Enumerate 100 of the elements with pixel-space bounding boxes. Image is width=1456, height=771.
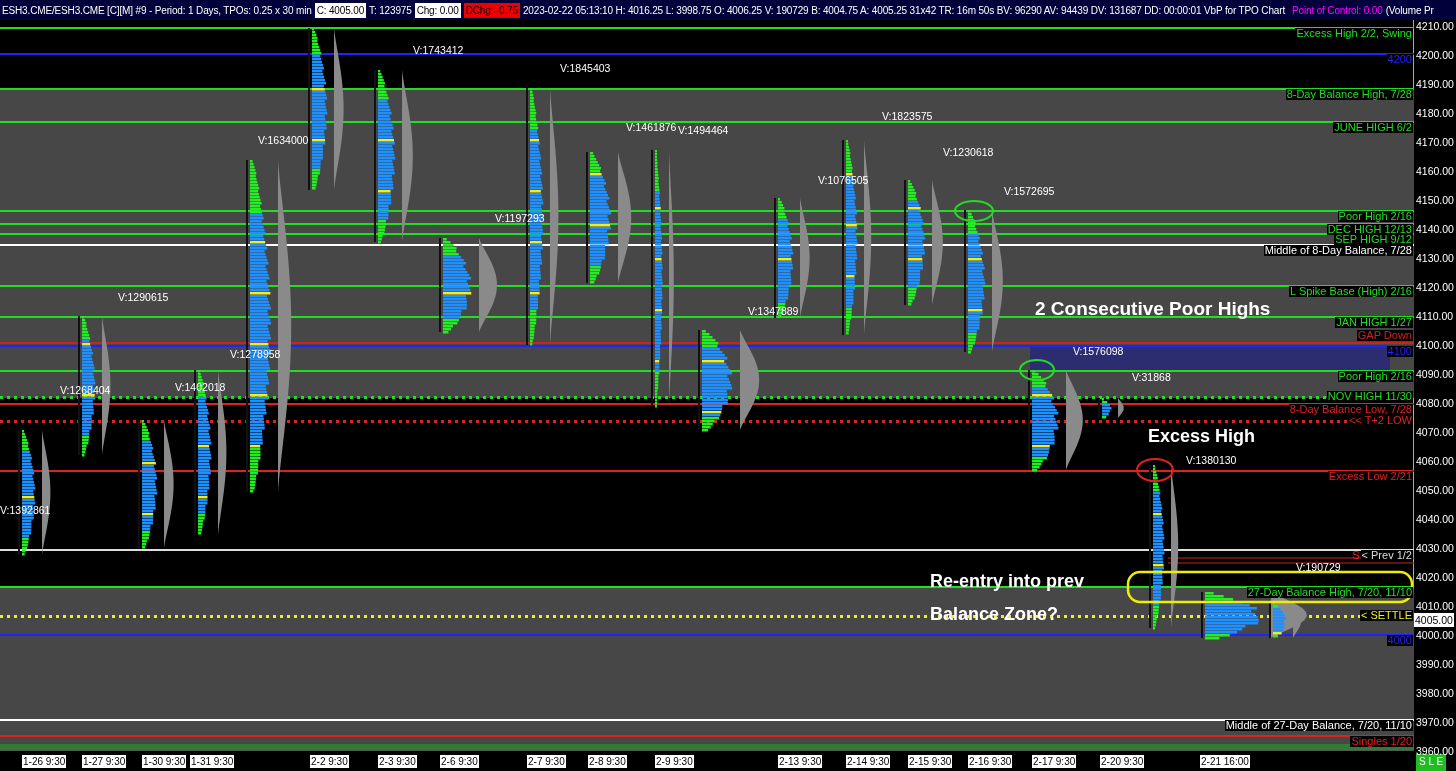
level-label: Excess High 2/2, Swing: [1295, 28, 1413, 39]
volume-label: V:1743412: [413, 44, 464, 56]
date-axis-label: 2-20 9:30: [1100, 755, 1145, 768]
header-stat: Point of Control: 0.00: [1292, 3, 1383, 18]
price-axis-label: 4000.00: [1416, 628, 1454, 642]
level-label: JAN HIGH 1/27: [1335, 317, 1413, 328]
price-axis-label: 4150.00: [1416, 193, 1454, 207]
level-label: Poor High 2/16: [1337, 211, 1413, 222]
price-axis-label: 4160.00: [1416, 164, 1454, 178]
volume-label: V:1268404: [60, 384, 111, 396]
current-price-label: 4005.00: [1414, 613, 1454, 627]
price-axis-label: 4180.00: [1416, 106, 1454, 120]
level-label: 4000: [1386, 635, 1413, 646]
level-label: 4100: [1386, 346, 1413, 357]
level-label: Poor High 2/16: [1337, 371, 1413, 382]
date-axis-label: 2-15 9:30: [908, 755, 953, 768]
date-axis-label: 1-31 9:30: [190, 755, 235, 768]
level-label: 8-Day Balance High, 7/28: [1285, 89, 1413, 100]
date-axis-label: 2-13 9:30: [778, 755, 823, 768]
highlight-ellipse: [1019, 359, 1055, 381]
annotation-text: Balance Zone?: [930, 604, 1059, 625]
header-stat: (Volume Pr: [1385, 3, 1434, 18]
price-axis-label: 3960.00: [1416, 744, 1454, 757]
date-axis-label: 1-27 9:30: [82, 755, 127, 768]
header-stat: 2023-02-22 05:13:10 H: 4016.25 L: 3998.75 O: 4006.25 V: 190729 B: 4004.75 A: 4005.25 31x42 TR: 16m 50s BV: 96290 AV: 94439 DV: 131687 DD: 00:00:01 VbP for TPO Chart: [522, 3, 1285, 18]
date-axis-label: 1-30 9:30: [142, 755, 187, 768]
price-axis-label: 4040.00: [1416, 512, 1454, 526]
price-axis-label: 4020.00: [1416, 570, 1454, 584]
price-axis-label: 3990.00: [1416, 657, 1454, 671]
volume-label: V:1845403: [560, 62, 611, 74]
price-axis-label: 4060.00: [1416, 454, 1454, 468]
tpo-profile-drawing: [1098, 398, 1124, 419]
annotation-text: 2 Consecutive Poor Highs: [1035, 298, 1271, 320]
highlight-ellipse: [954, 200, 994, 222]
date-axis-label: 2-16 9:30: [968, 755, 1013, 768]
level-marker: S: [1352, 550, 1360, 561]
volume-label: V:1380130: [1186, 454, 1237, 466]
volume-label: V:190729: [1296, 561, 1341, 573]
volume-label: V:1461876: [626, 121, 677, 133]
volume-label: V:1076505: [818, 174, 869, 186]
level-label: < Prev 1/2: [1360, 550, 1413, 561]
volume-label: V:1634000: [258, 134, 309, 146]
level-label: NOV HIGH 11/30: [1326, 391, 1413, 402]
volume-label: V:1392861: [0, 504, 51, 516]
volume-label: V:31868: [1132, 371, 1171, 383]
price-axis-label: 4170.00: [1416, 135, 1454, 149]
volume-label: V:1230618: [943, 146, 994, 158]
level-label: Excess Low 2/21: [1327, 471, 1413, 482]
price-axis-label: 4120.00: [1416, 280, 1454, 294]
price-axis-label: 4070.00: [1416, 425, 1454, 439]
trade-status-badge: S L E: [1416, 754, 1447, 771]
annotation-text: Re-entry into prev: [930, 571, 1085, 592]
volume-label: V:1572695: [1004, 185, 1055, 197]
price-axis-label: 4050.00: [1416, 483, 1454, 497]
level-label: Middle of 27-Day Balance, 7/20, 11/10: [1224, 720, 1413, 731]
volume-label: V:1197293: [495, 212, 545, 224]
date-axis-label: 2-8 9:30: [588, 755, 627, 768]
date-axis-label: 2-14 9:30: [846, 755, 891, 768]
level-label: Middle of 8-Day Balance, 7/28: [1263, 245, 1413, 256]
level-label: 4200: [1386, 54, 1413, 65]
highlight-ellipse: [1136, 458, 1174, 482]
date-axis-label: 2-2 9:30: [310, 755, 349, 768]
date-axis-label: 2-7 9:30: [527, 755, 566, 768]
volume-label: V:1823575: [882, 110, 933, 122]
volume-label: V:1494464: [678, 124, 729, 136]
price-axis-label: 4140.00: [1416, 222, 1454, 236]
price-axis-label: 4100.00: [1416, 338, 1454, 352]
level-label: << T+2 LOW: [1347, 415, 1413, 426]
volume-label: V:1576098: [1073, 345, 1124, 357]
header-stat: DChg: -0.75: [463, 2, 520, 18]
date-axis-label: 2-9 9:30: [655, 755, 694, 768]
date-axis-label: 2-21 16:00: [1200, 755, 1250, 768]
level-label: GAP Down: [1356, 330, 1413, 341]
price-axis-label: 3980.00: [1416, 686, 1454, 700]
annotation-text: Excess High: [1148, 426, 1256, 447]
volume-label: V:1290615: [118, 291, 169, 303]
price-axis-label: 4200.00: [1416, 48, 1454, 62]
price-axis-label: 4130.00: [1416, 251, 1454, 265]
price-axis-label: 4010.00: [1416, 599, 1454, 613]
date-axis-label: 2-6 9:30: [440, 755, 479, 768]
price-axis-label: 3970.00: [1416, 715, 1454, 729]
price-axis-label: 4210.00: [1416, 19, 1454, 33]
volume-label: V:1347889: [748, 305, 799, 317]
header-stat: ESH3.CME/ESH3.CME [C][M] #9 - Period: 1 Days, TPOs: 0.25 x 30 min: [2, 3, 312, 18]
price-axis-label: 4030.00: [1416, 541, 1454, 555]
volume-label: V:1402018: [175, 381, 226, 393]
level-label: L Spike Base (High) 2/16: [1289, 286, 1413, 297]
level-label: < SETTLE: [1359, 610, 1413, 621]
volume-label: V:1278958: [230, 348, 281, 360]
level-label: JUNE HIGH 6/2: [1333, 122, 1413, 133]
price-axis-label: 4190.00: [1416, 77, 1454, 91]
date-axis-label: 2-17 9:30: [1032, 755, 1077, 768]
level-label: 27-Day Balance High, 7/20, 11/10: [1246, 587, 1413, 598]
level-label: 8-Day Balance Low, 7/28: [1288, 404, 1413, 415]
price-axis-label: 4080.00: [1416, 396, 1454, 410]
date-axis-label: 1-26 9:30: [22, 755, 67, 768]
header-stat: C: 4005.00: [314, 2, 367, 18]
price-axis-label: 4090.00: [1416, 367, 1454, 381]
price-axis-label: 4110.00: [1416, 309, 1454, 323]
date-axis-label: 2-3 9:30: [378, 755, 417, 768]
